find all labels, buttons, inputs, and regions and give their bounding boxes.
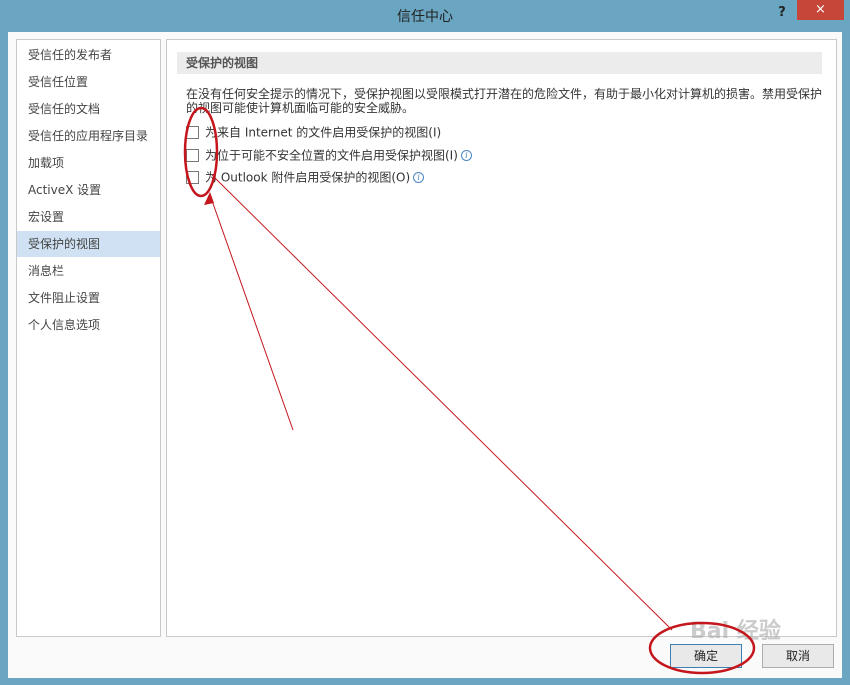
close-button[interactable]: × (797, 0, 844, 20)
window-title: 信任中心 (397, 9, 453, 25)
sidebar-item-trusted-locations[interactable]: 受信任位置 (17, 69, 160, 95)
title-bar: 信任中心 ? × (0, 0, 850, 32)
info-icon: i (460, 150, 472, 161)
option-internet-files: 为来自 Internet 的文件启用受保护的视图(I) (186, 122, 441, 142)
option-label: 为 Outlook 附件启用受保护的视图(O) (205, 170, 411, 185)
checkbox-internet-files[interactable] (186, 126, 199, 139)
sidebar-item-macro-settings[interactable]: 宏设置 (17, 204, 160, 230)
sidebar-item-trusted-documents[interactable]: 受信任的文档 (17, 96, 160, 122)
baidu-watermark: Bai 经验 (690, 619, 781, 644)
protected-view-panel: 受保护的视图 在没有任何安全提示的情况下，受保护视图以受限模式打开潜在的危险文件… (166, 39, 837, 637)
sidebar-item-add-ins[interactable]: 加载项 (17, 150, 160, 176)
sidebar-item-message-bar[interactable]: 消息栏 (17, 258, 160, 284)
help-button[interactable]: ? (772, 2, 792, 24)
option-outlook-attachments: 为 Outlook 附件启用受保护的视图(O) i (186, 167, 425, 187)
checkbox-outlook-attachments[interactable] (186, 171, 199, 184)
option-label: 为位于可能不安全位置的文件启用受保护视图(I) (205, 148, 458, 163)
checkbox-unsafe-locations[interactable] (186, 149, 199, 162)
cancel-button[interactable]: 取消 (762, 644, 834, 668)
option-unsafe-locations: 为位于可能不安全位置的文件启用受保护视图(I) i (186, 145, 472, 165)
sidebar-item-privacy-options[interactable]: 个人信息选项 (17, 312, 160, 338)
section-description: 在没有任何安全提示的情况下，受保护视图以受限模式打开潜在的危险文件，有助于最小化… (186, 87, 823, 115)
section-title: 受保护的视图 (177, 52, 822, 74)
ok-button[interactable]: 确定 (670, 644, 742, 668)
info-icon: i (413, 172, 425, 183)
sidebar-item-protected-view[interactable]: 受保护的视图 (17, 231, 160, 257)
sidebar-item-activex-settings[interactable]: ActiveX 设置 (17, 177, 160, 203)
category-sidebar: 受信任的发布者 受信任位置 受信任的文档 受信任的应用程序目录 加载项 Acti… (16, 39, 161, 637)
trust-center-dialog: 受信任的发布者 受信任位置 受信任的文档 受信任的应用程序目录 加载项 Acti… (8, 32, 842, 678)
sidebar-item-trusted-app-catalogs[interactable]: 受信任的应用程序目录 (17, 123, 160, 149)
sidebar-item-file-block-settings[interactable]: 文件阻止设置 (17, 285, 160, 311)
sidebar-item-trusted-publishers[interactable]: 受信任的发布者 (17, 42, 160, 68)
option-label: 为来自 Internet 的文件启用受保护的视图(I) (205, 125, 442, 140)
